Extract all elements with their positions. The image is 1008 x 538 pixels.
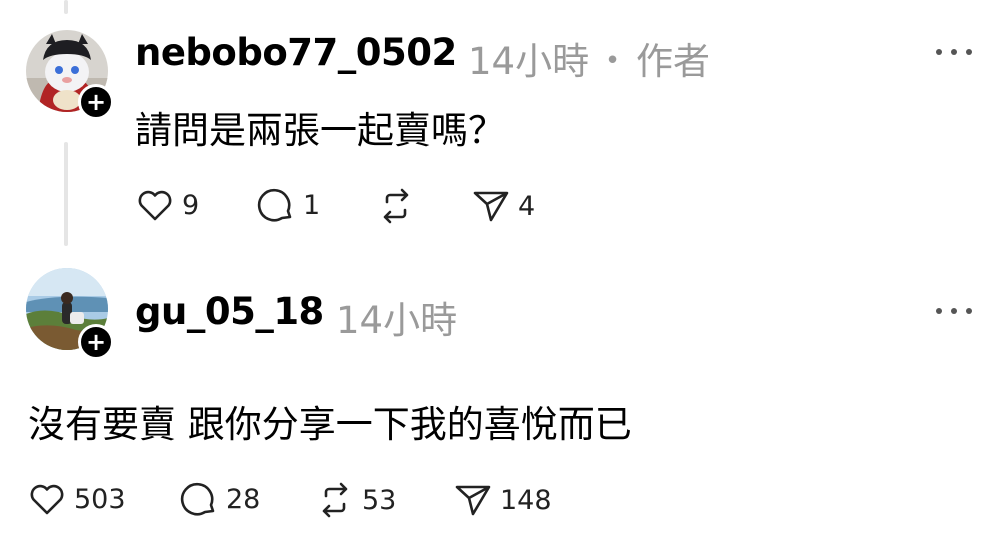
author-tag: 作者 [635,40,710,83]
more-options-icon[interactable] [936,306,972,316]
repost-icon [322,482,348,518]
comment-meta: 14小時 • 作者 [468,31,710,85]
like-count: 9 [182,189,200,221]
comment-timestamp: 14小時 [468,40,590,83]
like-button[interactable]: 9 [136,188,199,222]
share-count: 4 [518,190,536,222]
reply-count: 28 [226,483,261,515]
repost-count: 53 [362,484,397,516]
follow-plus-icon[interactable]: + [78,84,114,120]
thread-line-top [64,0,68,14]
share-count: 148 [500,484,552,516]
reply-button[interactable]: 28 [180,481,260,517]
heart-icon [30,484,64,515]
reply-button[interactable]: 1 [257,187,320,223]
send-icon [455,485,491,516]
follow-plus-icon[interactable]: + [78,324,114,360]
like-button[interactable]: 503 [28,482,126,516]
comment-icon [180,482,215,516]
comment-username[interactable]: nebobo77_0502 [135,31,457,74]
thread-line [64,142,68,246]
like-count: 503 [74,483,126,515]
meta-separator: • [604,46,621,76]
comment-timestamp: 14小時 [336,299,458,342]
repost-button[interactable]: 53 [316,482,396,518]
comment-icon [257,188,292,222]
share-button[interactable]: 4 [472,189,535,223]
reply-count: 1 [303,189,321,221]
comment-username[interactable]: gu_05_18 [135,290,324,333]
repost-button[interactable] [377,188,415,224]
comment-text: 請問是兩張一起賣嗎？ [135,109,505,152]
heart-icon [138,190,172,221]
repost-icon [383,188,409,224]
send-icon [473,191,509,222]
share-button[interactable]: 148 [454,483,552,517]
comment-text: 沒有要賣 跟你分享一下我的喜悅而已 [28,403,632,446]
more-options-icon[interactable] [936,47,972,57]
